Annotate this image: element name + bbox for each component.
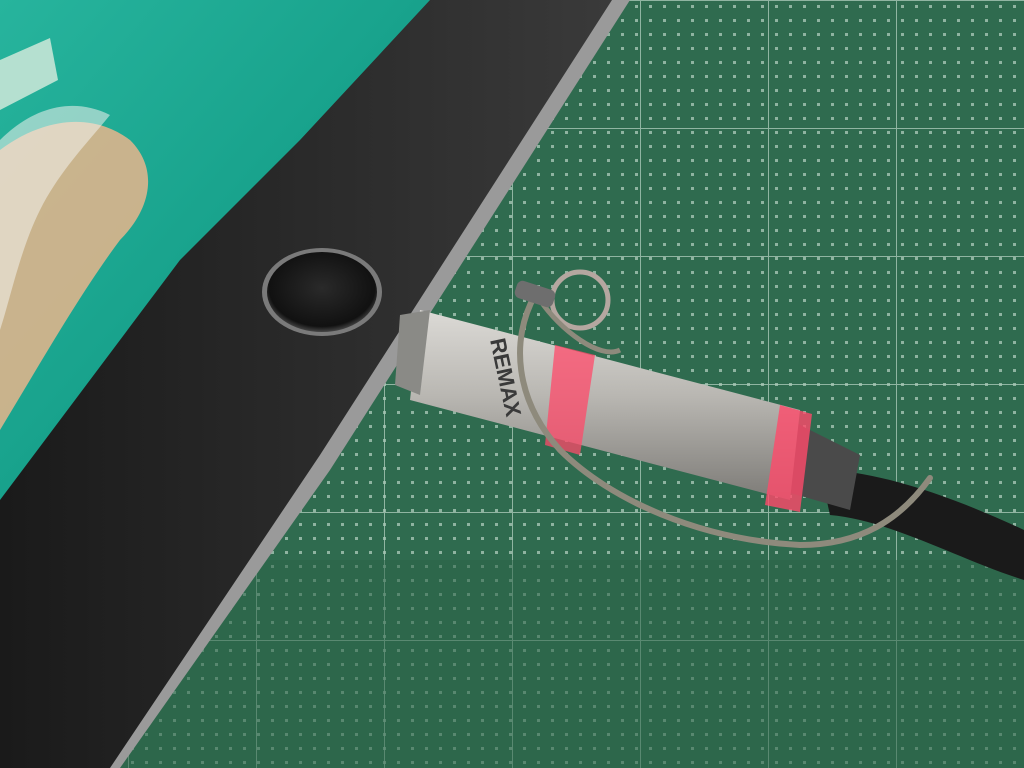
home-button bbox=[262, 248, 382, 336]
photo-scene: REMAX bbox=[0, 0, 1024, 768]
photo-illustration: REMAX bbox=[0, 0, 1024, 768]
